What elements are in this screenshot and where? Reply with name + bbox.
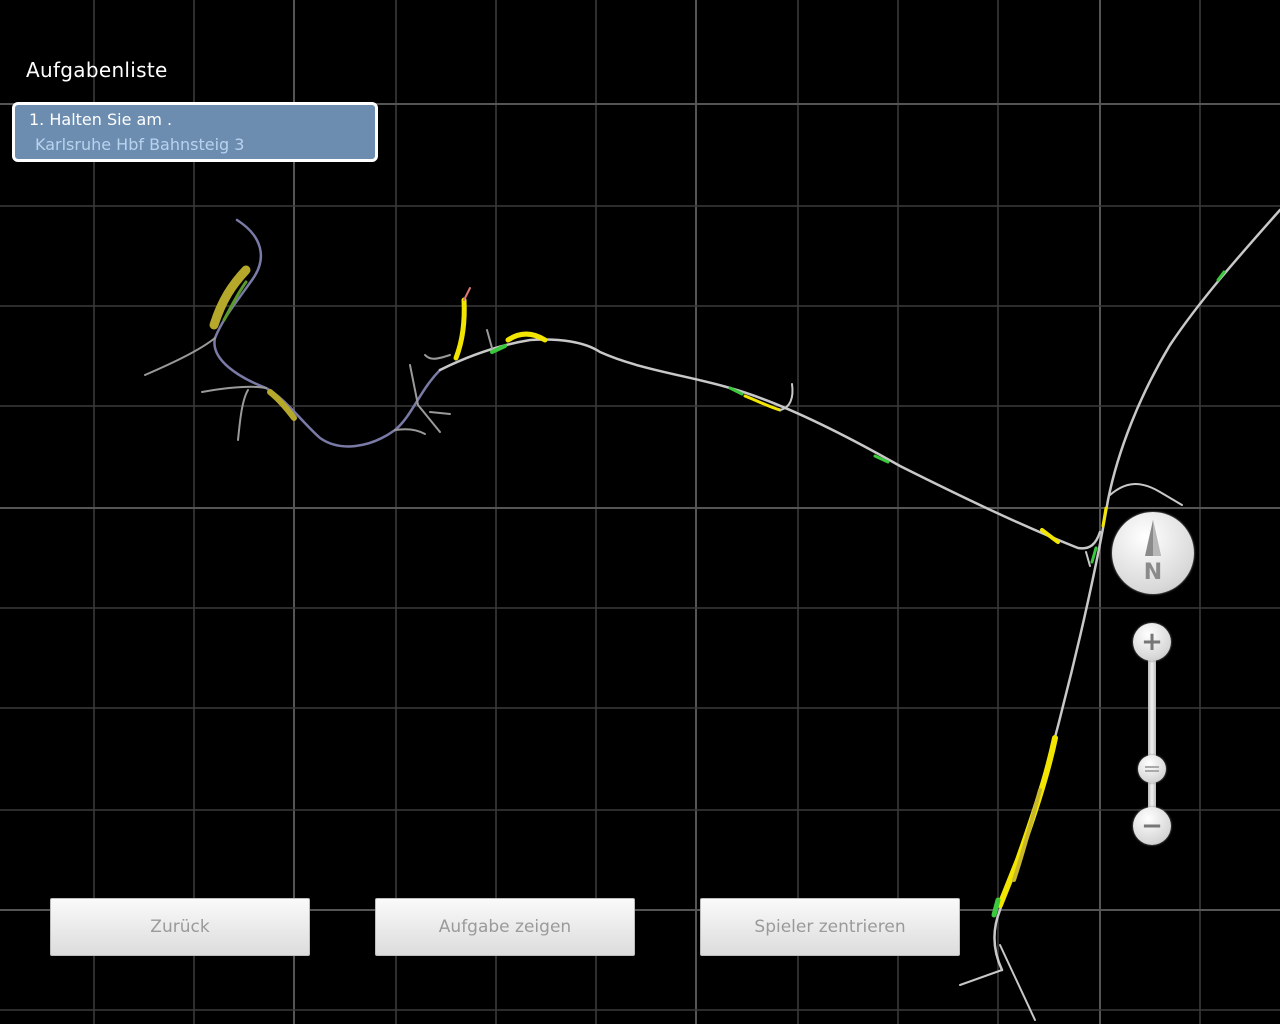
track-nw-loop [213,218,442,448]
platform-south-1 [997,735,1058,908]
platform-central-2 [505,331,548,343]
track-central-spur2 [486,329,493,349]
platform-east-2 [1040,528,1060,544]
track-south-branch2 [999,944,1036,1021]
platform-nw-1 [209,265,251,330]
task-list-item[interactable]: 1. Halten Sie am . Karlsruhe Hbf Bahnste… [12,102,378,162]
track-junction-spur [1085,551,1091,567]
zoom-slider-track[interactable] [1148,655,1156,815]
track-sw-spur [394,428,426,435]
track-south-branch1 [959,969,1003,986]
platform-central-1 [453,297,467,361]
zoom-in-button[interactable]: + [1133,623,1171,661]
platform-nw-2 [267,389,297,421]
track-nw-branch3 [237,389,249,441]
zoom-out-button[interactable]: − [1133,807,1171,845]
signal-junction [1090,546,1098,564]
plus-icon: + [1141,627,1163,657]
show-task-button[interactable]: Aufgabe zeigen [375,898,635,956]
task-description: 1. Halten Sie am . [29,110,173,129]
task-location: Karlsruhe Hbf Bahnsteig 3 [35,135,245,154]
track-nw-branch [144,337,216,376]
track-yard-b [424,354,451,360]
track-central [438,338,1102,550]
track-nw-branch2 [201,385,267,393]
zoom-slider-handle[interactable] [1138,755,1166,783]
compass-label: N [1143,560,1163,585]
platform-south-2 [1012,788,1042,882]
minus-icon: − [1141,811,1163,841]
task-list-title: Aufgabenliste [26,58,168,82]
platform-junction [1101,506,1108,528]
back-button[interactable]: Zurück [50,898,310,956]
signal-central-1 [490,344,507,354]
track-central-spur1 [463,287,471,301]
center-player-button[interactable]: Spieler zentrieren [700,898,960,956]
compass-button[interactable]: N [1112,512,1194,594]
track-main-north2 [1109,483,1183,506]
track-yard-c [429,411,451,415]
